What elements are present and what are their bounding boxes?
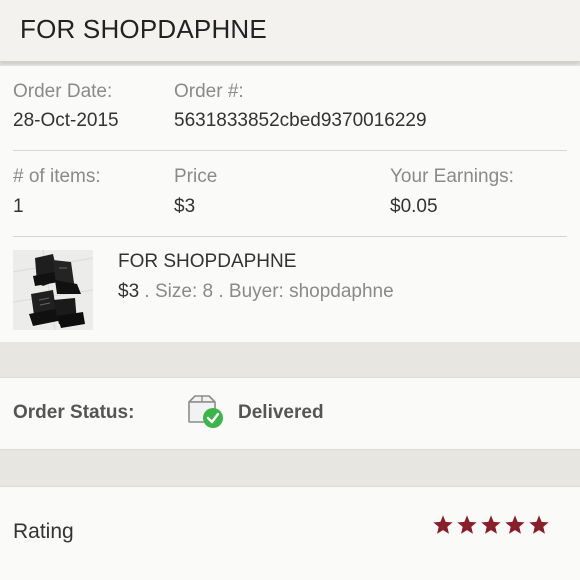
item-meta: $3 . Size: 8 . Buyer: shopdaphne [118,281,394,303]
rating-label: Rating [13,520,74,543]
rating-stars [432,514,550,536]
page-title: FOR SHOPDAPHNE [20,14,267,44]
star-icon [457,515,477,534]
item-size-buyer: . Size: 8 . Buyer: shopdaphne [139,281,394,302]
divider [13,150,567,151]
order-number-label: Order #: [174,81,244,102]
order-status-label: Order Status: [13,402,135,423]
star-icon [529,515,549,534]
price-value: $3 [174,196,196,217]
price-label: Price [174,166,218,187]
order-number-value: 5631833852cbed9370016229 [174,110,427,131]
earnings-value: $0.05 [390,196,438,217]
divider [13,236,567,237]
rating-card: Rating [0,486,580,580]
item-thumbnail[interactable] [13,250,93,330]
delivered-box-icon [186,394,226,430]
star-icon [505,515,525,534]
item-price: $3 [118,281,140,302]
items-count-label: # of items: [13,166,101,187]
order-date-value: 28-Oct-2015 [13,110,119,131]
app-header: FOR SHOPDAPHNE [0,0,580,62]
order-status-value: Delivered [238,402,324,423]
boots-image [13,250,93,330]
earnings-label: Your Earnings: [390,166,514,187]
order-details-card: Order Date: 28-Oct-2015 Order #: 5631833… [0,66,580,342]
items-count-value: 1 [13,196,24,217]
star-icon [481,515,501,534]
item-title[interactable]: FOR SHOPDAPHNE [118,251,296,273]
order-status-card: Order Status: Delivered [0,377,580,450]
star-icon [433,515,453,534]
order-date-label: Order Date: [13,81,113,102]
